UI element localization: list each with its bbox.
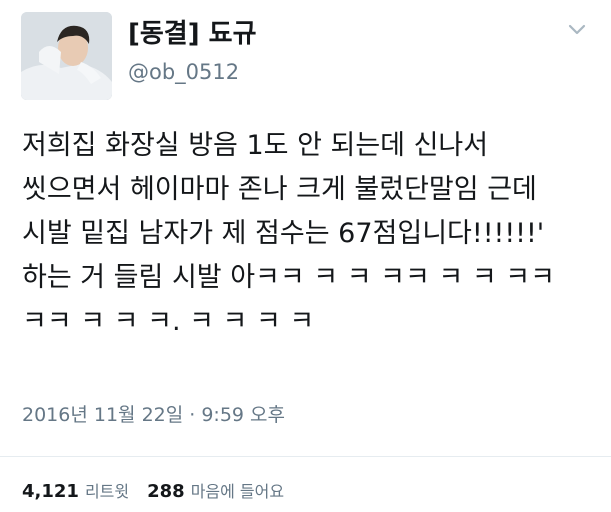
like-label[interactable]: 마음에 들어요 [191, 482, 284, 501]
tweet-stats: 4,121 리트윗 288 마음에 들어요 [22, 478, 302, 502]
retweet-label[interactable]: 리트윗 [85, 482, 129, 501]
display-name[interactable]: [동결] 됴규 [128, 18, 257, 50]
divider [0, 456, 611, 457]
like-count[interactable]: 288 [147, 481, 185, 502]
user-names: [동결] 됴규 @ob_0512 [128, 18, 257, 86]
retweet-count[interactable]: 4,121 [22, 481, 79, 502]
avatar[interactable] [21, 12, 112, 100]
tweet-header: [동결] 됴규 @ob_0512 [18, 12, 598, 100]
user-handle[interactable]: @ob_0512 [128, 58, 257, 86]
tweet-text: 저희집 화장실 방음 1도 안 되는데 신나서 씻으면서 헤이마마 존나 크게 … [22, 130, 564, 337]
tweet-timestamp[interactable]: 2016년 11월 22일 · 9:59 오후 [22, 400, 285, 427]
tweet-card: [동결] 됴규 @ob_0512 저희집 화장실 방음 1도 안 되는데 신나서… [0, 0, 611, 512]
avatar-photo-icon [21, 12, 112, 100]
chevron-down-icon[interactable] [566, 22, 588, 38]
